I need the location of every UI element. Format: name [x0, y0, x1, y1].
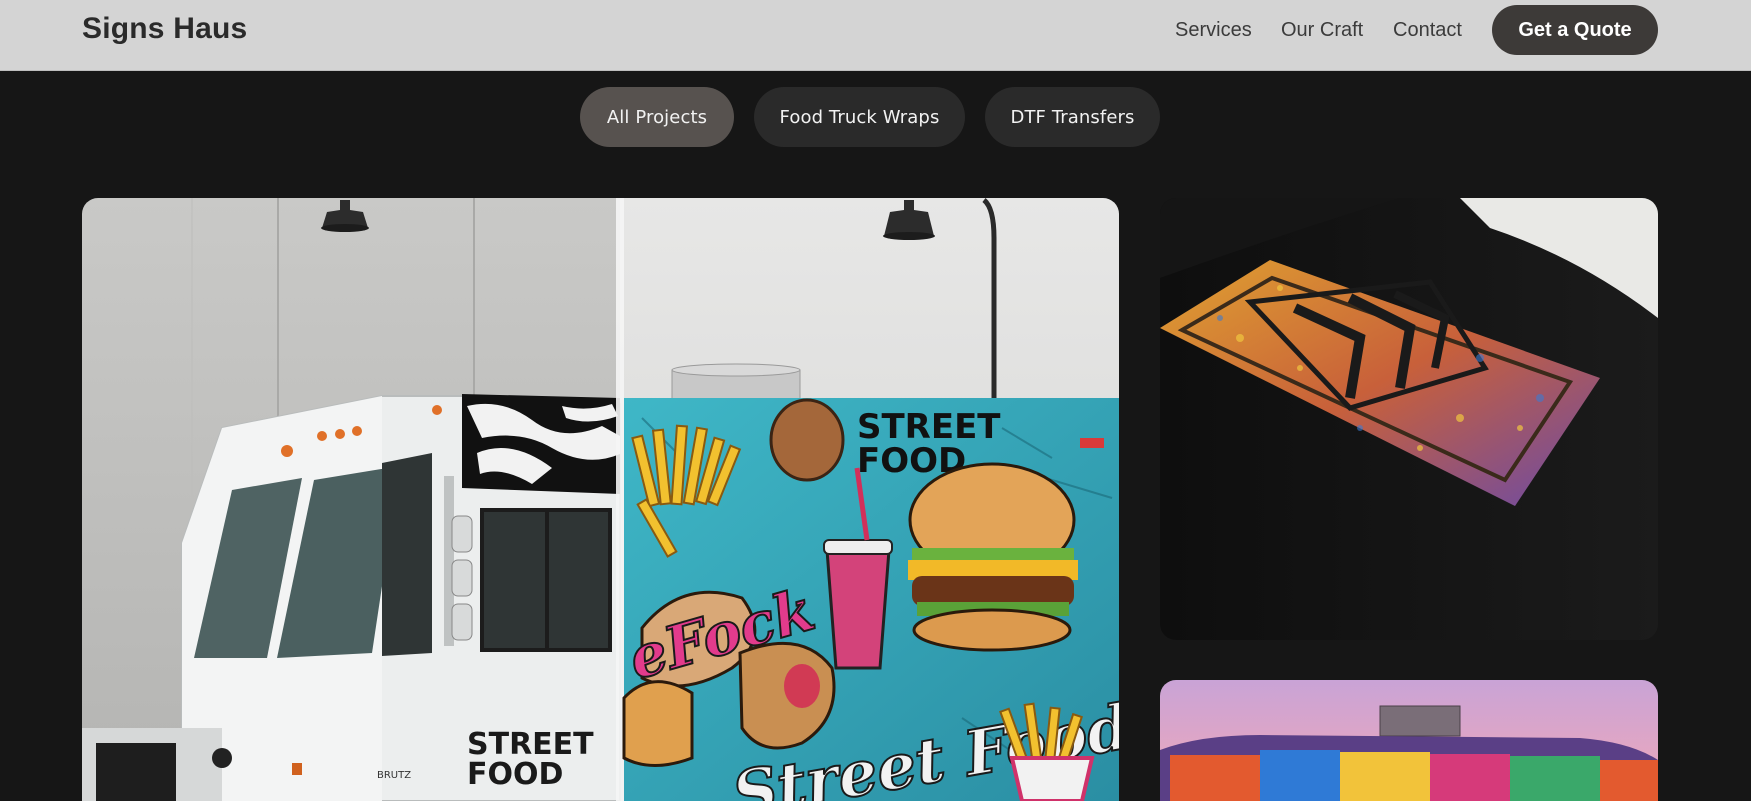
food-truck-sunset-image	[1160, 680, 1658, 801]
food-truck-wrap-comparison-card[interactable]: STREET FOOD BRUTZ STREET FOOD eFock Stre…	[82, 198, 1119, 801]
dtf-transfer-shirt-card[interactable]	[1160, 198, 1658, 640]
food-truck-wrap-card-2[interactable]	[1160, 680, 1658, 801]
brand-logo[interactable]: Signs Haus	[82, 12, 247, 46]
filter-all-projects[interactable]: All Projects	[580, 87, 734, 147]
top-navigation: Signs Haus Services Our Craft Contact Ge…	[0, 0, 1751, 71]
filter-dtf-transfers[interactable]: DTF Transfers	[985, 87, 1160, 147]
nav-link-services[interactable]: Services	[1175, 19, 1252, 42]
nav-link-contact[interactable]: Contact	[1393, 19, 1462, 42]
nav-link-our-craft[interactable]: Our Craft	[1281, 19, 1363, 42]
food-truck-before-after-image: STREET FOOD BRUTZ STREET FOOD eFock Stre…	[82, 198, 1119, 801]
svg-text:BRUTZ: BRUTZ	[377, 770, 411, 781]
get-quote-button[interactable]: Get a Quote	[1492, 5, 1658, 55]
filter-food-truck-wraps[interactable]: Food Truck Wraps	[754, 87, 965, 147]
dtf-shirt-image	[1160, 198, 1658, 640]
